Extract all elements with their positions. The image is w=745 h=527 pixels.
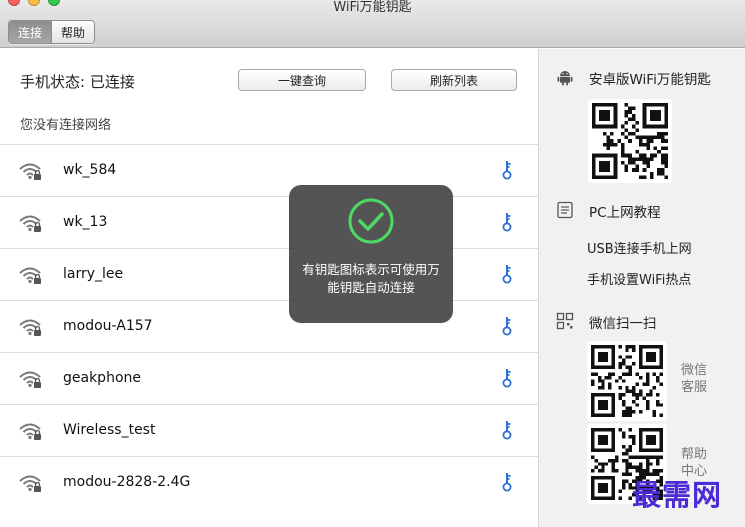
main-panel: 手机状态: 已连接 一键查询 刷新列表 您没有连接网络 wk_584 wk_13… [0,49,538,527]
network-ssid: Wireless_test [63,422,156,438]
wifi-locked-icon [19,163,41,180]
wifi-locked-icon [19,215,41,232]
network-ssid: wk_584 [63,162,117,178]
android-download-title: 安卓版WiFi万能钥匙 [589,72,711,88]
phone-status-label: 手机状态: 已连接 [20,73,135,91]
key-icon [502,265,512,284]
sidebar: 安卓版WiFi万能钥匙 PC上网教程 USB连接手机上网 手机设置WiFi热点 … [538,49,745,527]
pc-tutorial-title: PC上网教程 [589,205,661,221]
network-ssid: modou-2828-2.4G [63,474,191,490]
network-row[interactable]: wk_13 [0,196,538,248]
network-ssid: larry_lee [63,266,124,282]
document-icon [557,201,573,219]
network-list: wk_584 wk_13 larry_lee modou-A157 geakph… [0,144,538,508]
tab-connect[interactable]: 连接 [9,21,52,43]
network-ssid: wk_13 [63,214,108,230]
wifi-hotspot-link[interactable]: 手机设置WiFi热点 [587,269,691,288]
wechat-service-label: 微信客服 [681,363,708,395]
no-connection-text: 您没有连接网络 [20,118,112,133]
key-icon [502,161,512,180]
title-bar: WiFi万能钥匙 连接 帮助 [0,0,745,48]
android-icon [557,71,573,86]
key-icon [502,213,512,232]
wifi-locked-icon [19,371,41,388]
android-qr-code [588,99,672,183]
tab-help[interactable]: 帮助 [51,21,95,43]
wechat-scan-title: 微信扫一扫 [589,316,657,332]
refresh-list-button[interactable]: 刷新列表 [391,69,517,91]
network-ssid: geakphone [63,370,141,386]
network-row[interactable]: modou-A157 [0,300,538,352]
wifi-locked-icon [19,267,41,284]
wifi-locked-icon [19,423,41,440]
wechat-service-qr-code [587,341,667,421]
network-row[interactable]: geakphone [0,352,538,404]
watermark: 最需网 [632,478,723,512]
qr-scan-icon [556,312,574,330]
network-row[interactable]: larry_lee [0,248,538,300]
check-circle-icon [348,198,394,244]
toolbar-tabs: 连接 帮助 [8,20,96,44]
network-row[interactable]: wk_584 [0,144,538,196]
key-icon [502,473,512,492]
window-title: WiFi万能钥匙 [333,0,412,15]
network-ssid: modou-A157 [63,318,153,334]
key-icon [502,317,512,336]
wifi-locked-icon [19,319,41,336]
key-icon [502,369,512,388]
hint-toast: 有钥匙图标表示可使用万能钥匙自动连接 [289,185,453,323]
toast-message: 有钥匙图标表示可使用万能钥匙自动连接 [302,262,440,295]
network-row[interactable]: modou-2828-2.4G [0,456,538,508]
one-click-query-button[interactable]: 一键查询 [238,69,366,91]
usb-tether-link[interactable]: USB连接手机上网 [587,238,692,257]
key-icon [502,421,512,440]
wifi-locked-icon [19,475,41,492]
network-row[interactable]: Wireless_test [0,404,538,456]
